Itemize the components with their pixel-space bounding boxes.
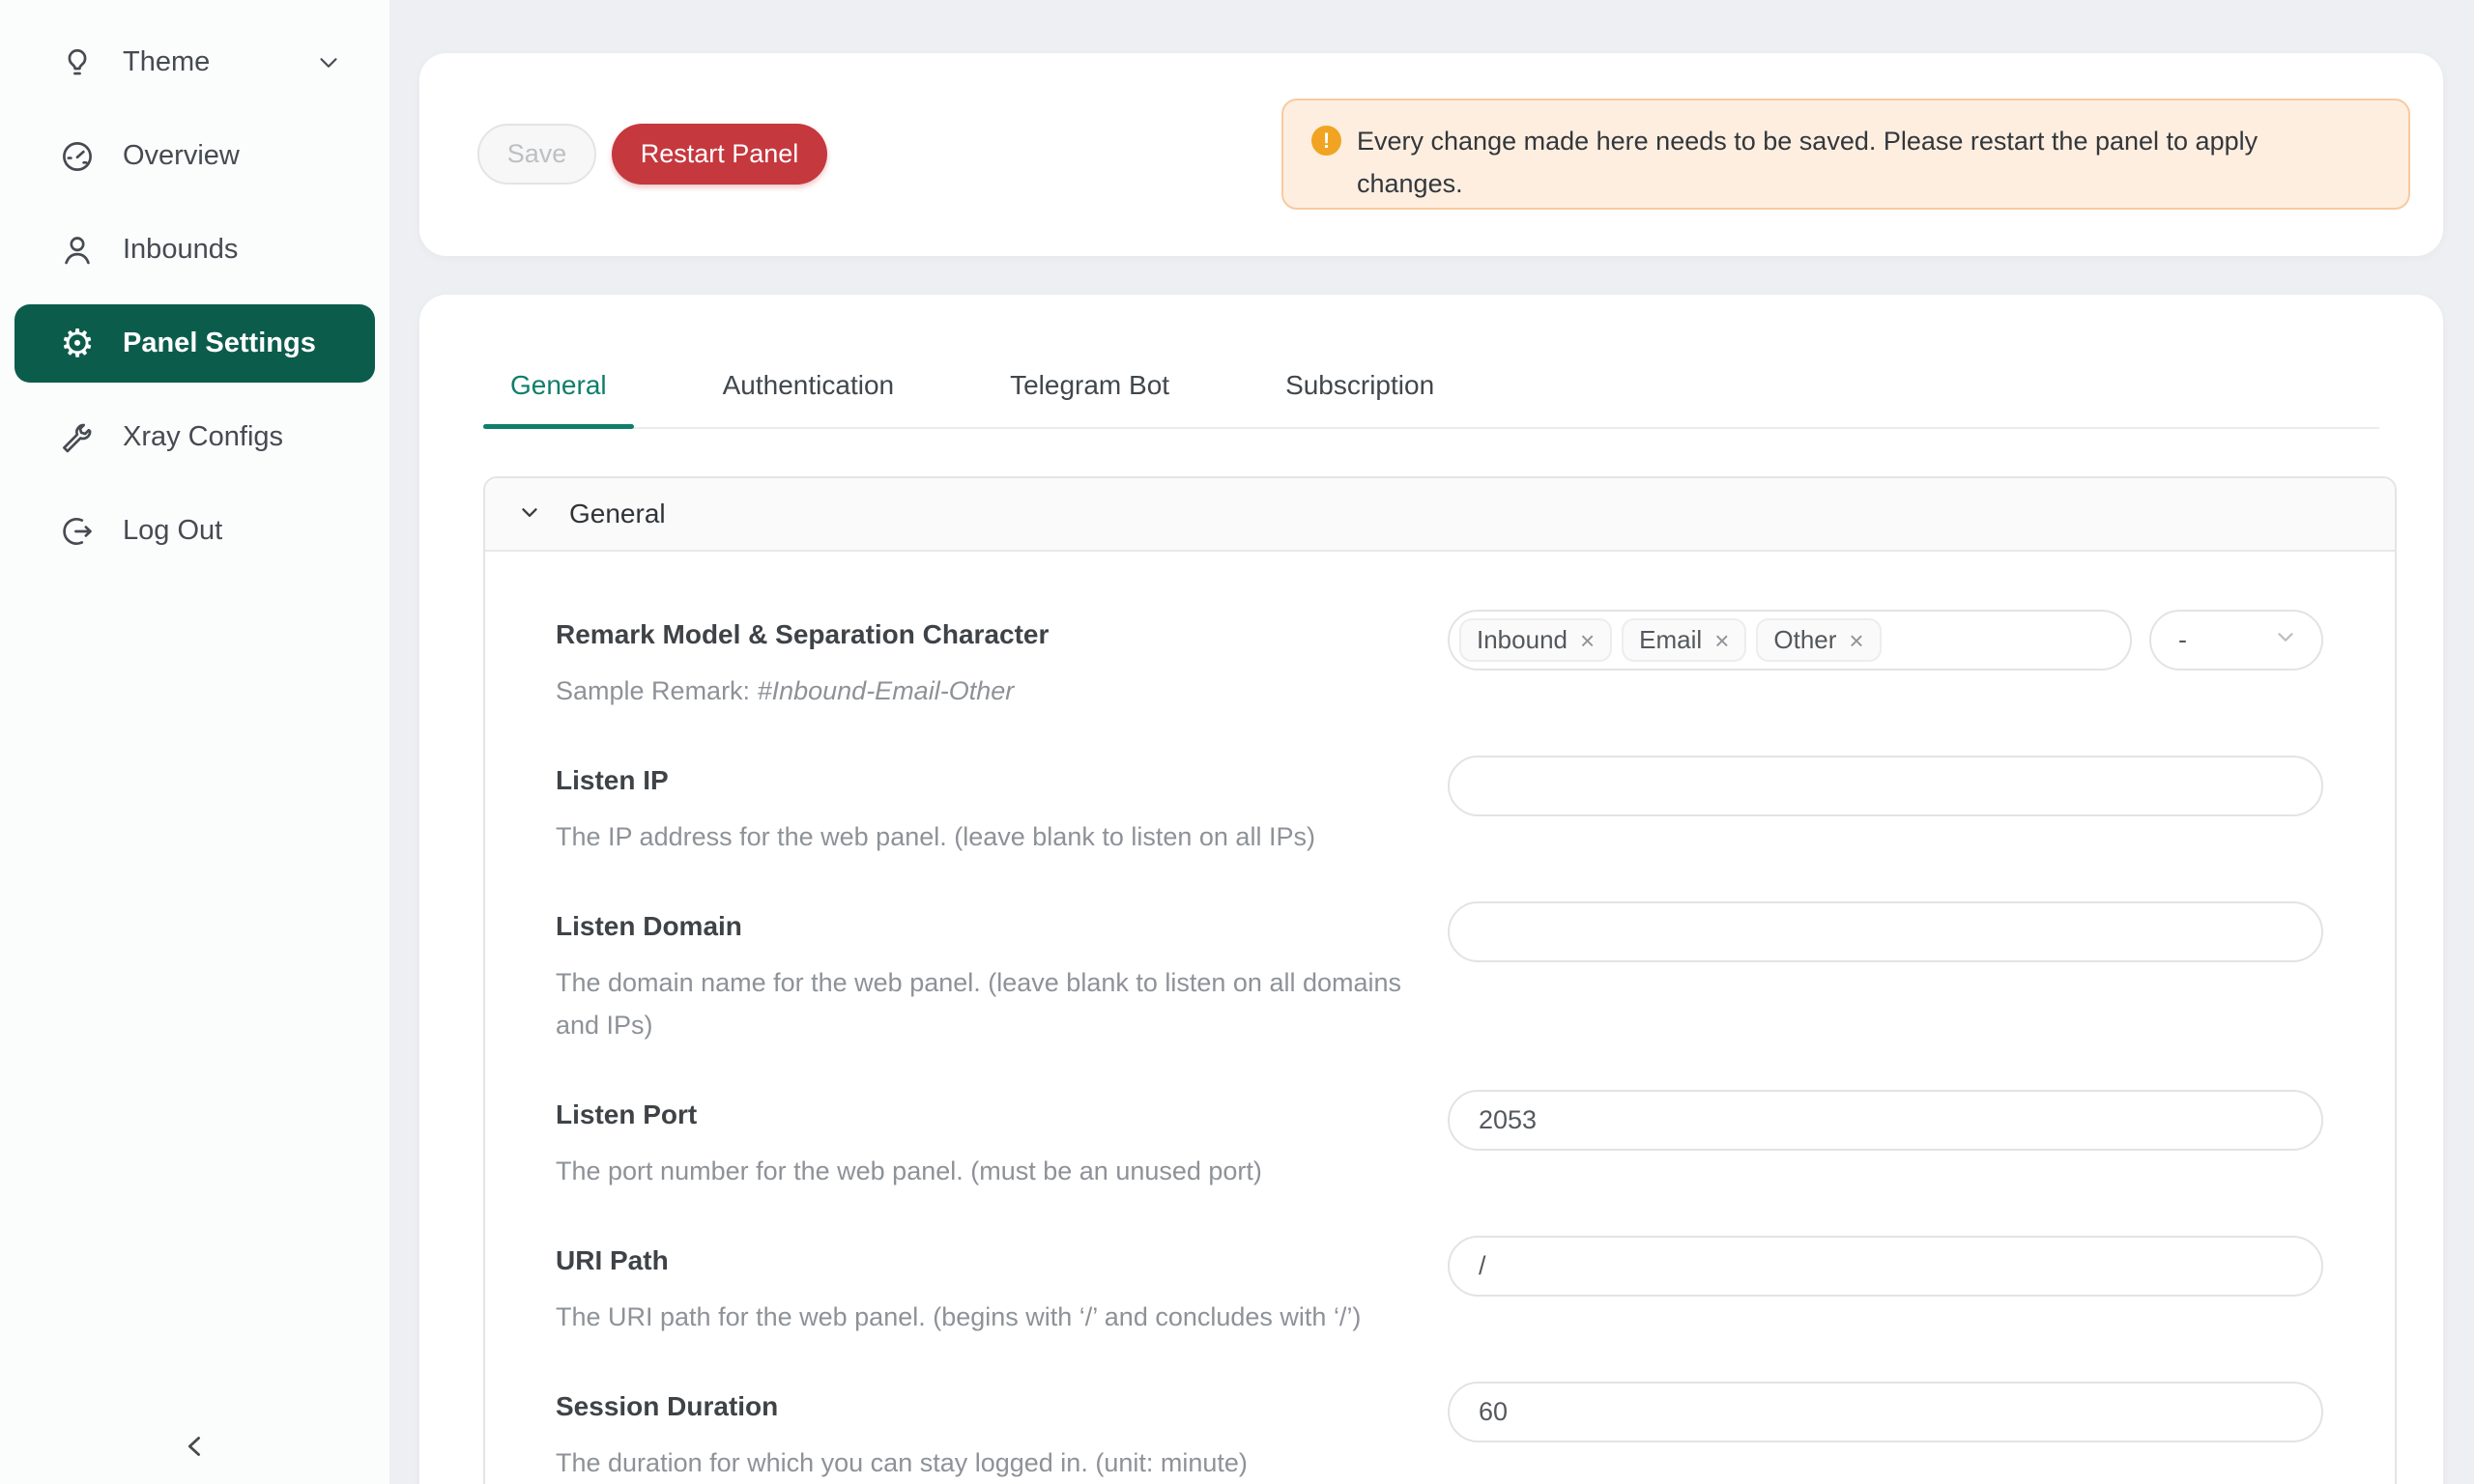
restart-panel-button[interactable]: Restart Panel — [612, 124, 827, 185]
sample-remark-value: #Inbound-Email-Other — [758, 676, 1015, 705]
tab-authentication[interactable]: Authentication — [696, 370, 921, 427]
logout-icon — [58, 512, 97, 551]
chevron-down-icon — [2273, 624, 2298, 656]
toolbar-card: Save Restart Panel ! Every change made h… — [419, 53, 2443, 256]
uri-path-label: URI Path — [556, 1241, 1409, 1280]
listen-port-desc: The port number for the web panel. (must… — [556, 1150, 1409, 1192]
sidebar-collapse-button[interactable] — [0, 1426, 389, 1470]
chevron-down-icon — [517, 499, 542, 529]
session-duration-desc: The duration for which you can stay logg… — [556, 1441, 1409, 1484]
warning-icon: ! — [1311, 126, 1341, 156]
form-row-remark-model: Remark Model & Separation Character Samp… — [556, 610, 2323, 712]
lightbulb-icon — [58, 43, 97, 82]
sidebar-item-inbounds[interactable]: Inbounds — [14, 211, 375, 289]
sidebar-item-label: Overview — [123, 140, 240, 172]
remark-model-label: Remark Model & Separation Character — [556, 615, 1409, 654]
sidebar-item-panel-settings[interactable]: ⚙ Panel Settings — [14, 304, 375, 383]
close-icon[interactable]: × — [1714, 628, 1729, 653]
sidebar-item-overview[interactable]: Overview — [14, 117, 375, 195]
listen-port-input[interactable] — [1448, 1090, 2323, 1151]
collapse-title: General — [569, 499, 666, 529]
sidebar-item-label: Xray Configs — [123, 421, 283, 453]
session-duration-label: Session Duration — [556, 1387, 1409, 1426]
sidebar-menu: Theme Overview Inbounds ⚙ Panel Sett — [0, 0, 389, 570]
listen-domain-label: Listen Domain — [556, 907, 1409, 946]
general-collapse-panel: General Remark Model & Separation Charac… — [483, 476, 2397, 1484]
app-root: Theme Overview Inbounds ⚙ Panel Sett — [0, 0, 2474, 1484]
sidebar-item-xray-configs[interactable]: Xray Configs — [14, 398, 375, 476]
tab-telegram-bot[interactable]: Telegram Bot — [983, 370, 1196, 427]
alert-message: Every change made here needs to be saved… — [1357, 120, 2285, 205]
session-duration-input[interactable] — [1448, 1382, 2323, 1442]
listen-ip-input[interactable] — [1448, 756, 2323, 816]
close-icon[interactable]: × — [1580, 628, 1595, 653]
form-row-uri-path: URI Path The URI path for the web panel.… — [556, 1236, 2323, 1338]
sidebar: Theme Overview Inbounds ⚙ Panel Sett — [0, 0, 389, 1484]
sidebar-item-theme[interactable]: Theme — [14, 23, 375, 101]
separator-value: - — [2178, 625, 2187, 655]
tag-inbound: Inbound × — [1459, 618, 1612, 662]
gear-icon: ⚙ — [58, 325, 97, 363]
general-form: Remark Model & Separation Character Samp… — [485, 552, 2395, 1484]
tab-general[interactable]: General — [483, 370, 634, 427]
tab-subscription[interactable]: Subscription — [1258, 370, 1461, 427]
chevron-down-icon — [314, 48, 343, 77]
tag-other: Other × — [1756, 618, 1881, 662]
listen-domain-desc: The domain name for the web panel. (leav… — [556, 961, 1409, 1046]
form-row-listen-ip: Listen IP The IP address for the web pan… — [556, 756, 2323, 858]
form-row-session-duration: Session Duration The duration for which … — [556, 1382, 2323, 1484]
separator-select[interactable]: - — [2149, 610, 2323, 671]
listen-port-label: Listen Port — [556, 1096, 1409, 1134]
form-row-listen-domain: Listen Domain The domain name for the we… — [556, 901, 2323, 1046]
sidebar-item-label: Theme — [123, 46, 210, 78]
listen-domain-input[interactable] — [1448, 901, 2323, 962]
uri-path-desc: The URI path for the web panel. (begins … — [556, 1296, 1409, 1338]
uri-path-input[interactable] — [1448, 1236, 2323, 1297]
sidebar-item-label: Panel Settings — [123, 328, 316, 359]
remark-sample-text: Sample Remark: #Inbound-Email-Other — [556, 670, 1409, 712]
sidebar-item-log-out[interactable]: Log Out — [14, 492, 375, 570]
remark-model-multiselect[interactable]: Inbound × Email × Other × — [1448, 610, 2132, 671]
listen-ip-desc: The IP address for the web panel. (leave… — [556, 815, 1409, 858]
general-collapse-header[interactable]: General — [485, 478, 2395, 552]
restart-warning-alert: ! Every change made here needs to be sav… — [1281, 99, 2410, 210]
dashboard-icon — [58, 137, 97, 176]
listen-ip-label: Listen IP — [556, 761, 1409, 800]
close-icon[interactable]: × — [1849, 628, 1863, 653]
sidebar-item-label: Log Out — [123, 515, 222, 547]
wrench-icon — [58, 418, 97, 457]
chevron-left-icon — [179, 1430, 212, 1468]
save-button[interactable]: Save — [477, 124, 596, 185]
sidebar-item-label: Inbounds — [123, 234, 238, 266]
user-icon — [58, 231, 97, 270]
settings-card: General Authentication Telegram Bot Subs… — [419, 295, 2443, 1484]
form-row-listen-port: Listen Port The port number for the web … — [556, 1090, 2323, 1192]
tag-email: Email × — [1622, 618, 1746, 662]
settings-tabs: General Authentication Telegram Bot Subs… — [483, 370, 2379, 429]
